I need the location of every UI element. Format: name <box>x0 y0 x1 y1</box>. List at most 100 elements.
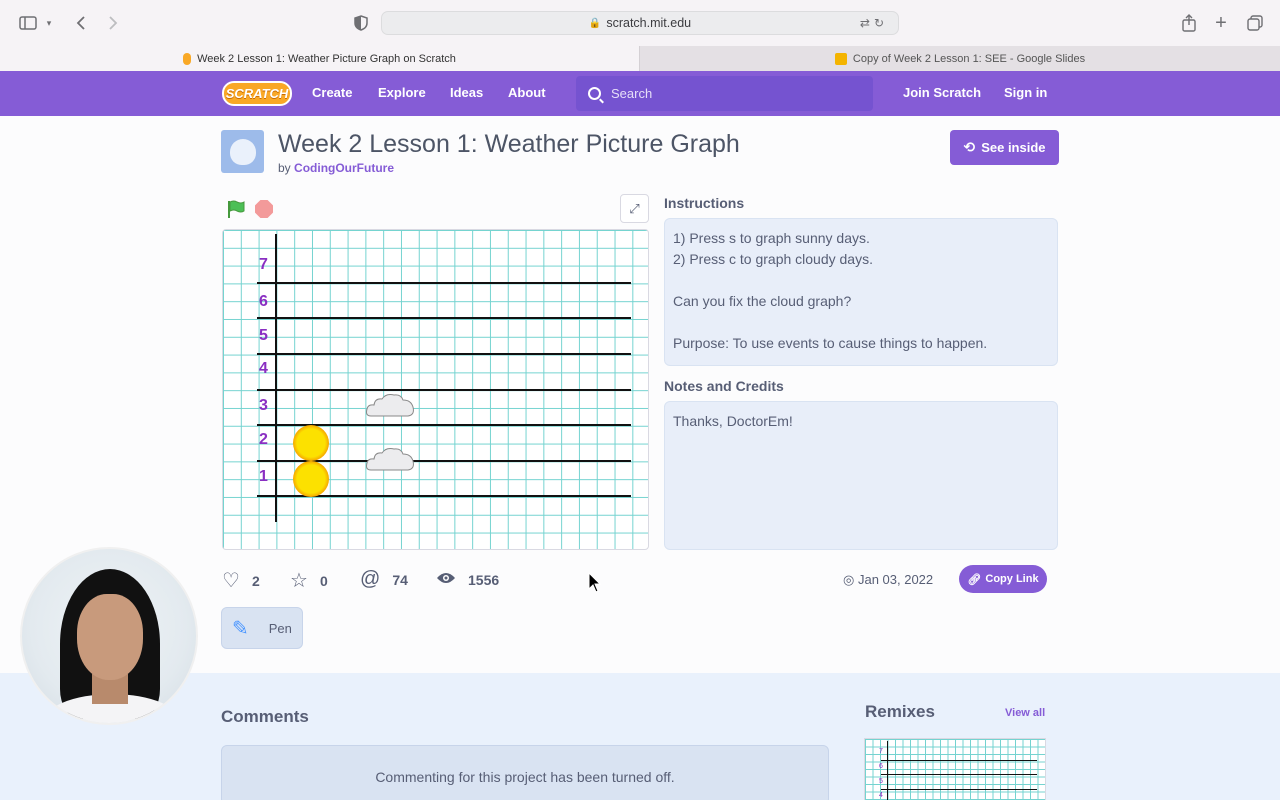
sun-icon <box>293 461 329 497</box>
remix-thumbnail[interactable]: 7 6 5 4 <box>864 738 1046 800</box>
instructions-heading: Instructions <box>664 195 745 211</box>
scratch-favicon-icon <box>183 52 192 65</box>
notes-heading: Notes and Credits <box>664 378 784 394</box>
notes-box: Thanks, DoctorEm! <box>664 401 1058 550</box>
link-icon: 🔗︎ <box>967 573 982 586</box>
privacy-shield-icon[interactable] <box>350 13 372 33</box>
nav-explore[interactable]: Explore <box>378 85 426 100</box>
view-all-link[interactable]: View all <box>1005 707 1045 719</box>
thumb-label: 6 <box>879 763 883 770</box>
tab-google-slides[interactable]: Copy of Week 2 Lesson 1: SEE - Google Sl… <box>639 46 1280 71</box>
notes-text: Thanks, DoctorEm! <box>673 413 793 429</box>
love-count: 2 <box>251 572 260 589</box>
remix-count: 74 <box>392 571 408 588</box>
instruction-line: 1) Press s to graph sunny days. <box>673 230 870 246</box>
remix-spiral-icon: @ <box>360 568 381 590</box>
shared-date-text: Jan 03, 2022 <box>857 572 934 587</box>
nav-create[interactable]: Create <box>312 85 352 100</box>
tab-label: Week 2 Lesson 1: Weather Picture Graph o… <box>197 52 456 65</box>
shared-date: ◎ Jan 03, 2022 <box>843 572 933 588</box>
y-label-5: 5 <box>259 327 268 344</box>
comments-heading: Comments <box>221 707 309 726</box>
y-label-4: 4 <box>259 360 268 377</box>
back-icon[interactable] <box>70 13 92 33</box>
tab-bar: Week 2 Lesson 1: Weather Picture Graph o… <box>0 46 1280 71</box>
graph-y-axis <box>275 234 277 522</box>
slides-favicon-icon <box>834 52 847 65</box>
sidebar-toggle-icon[interactable] <box>17 13 39 33</box>
copy-link-label: Copy Link <box>985 573 1039 585</box>
webcam-overlay <box>20 547 198 725</box>
sign-in-link[interactable]: Sign in <box>1004 85 1047 100</box>
eye-icon <box>436 568 456 591</box>
remixes-heading: Remixes <box>865 702 935 721</box>
instruction-line <box>673 312 1049 333</box>
graph-line <box>257 353 631 355</box>
y-label-3: 3 <box>259 397 268 414</box>
see-inside-button[interactable]: ⟲ See inside <box>950 130 1059 165</box>
share-icon[interactable] <box>1178 13 1200 33</box>
pen-extension-chip: ✎ Pen <box>221 607 303 649</box>
love-stat[interactable]: ♡ 2 <box>222 568 260 593</box>
graph-line <box>257 389 631 391</box>
webcam-face <box>77 594 143 680</box>
by-label: by <box>278 161 291 175</box>
search-input[interactable]: Search <box>576 76 873 111</box>
thumb-label: 5 <box>879 778 883 785</box>
search-icon <box>588 87 601 100</box>
y-label-7: 7 <box>259 256 268 273</box>
thumb-label: 4 <box>879 792 883 799</box>
thumb-line <box>881 760 1037 761</box>
author-avatar[interactable] <box>221 130 264 173</box>
scratch-logo[interactable]: SCRATCH <box>222 81 292 106</box>
y-label-1: 1 <box>259 468 268 485</box>
heart-icon: ♡ <box>222 570 240 592</box>
browser-chrome: ▾ 🔒 scratch.mit.edu ⇄↻ + Week 2 Lesson 1… <box>0 0 1280 71</box>
instruction-line: Purpose: To use events to cause things t… <box>673 335 988 351</box>
scratch-cat-icon <box>230 139 256 165</box>
stop-icon[interactable] <box>255 200 273 218</box>
browser-toolbar: ▾ 🔒 scratch.mit.edu ⇄↻ + <box>0 0 1280 46</box>
nav-about[interactable]: About <box>508 85 546 100</box>
address-bar[interactable]: 🔒 scratch.mit.edu ⇄↻ <box>381 11 899 35</box>
tab-overview-icon[interactable] <box>1244 13 1266 33</box>
view-count: 1556 <box>468 571 500 588</box>
project-byline: by CodingOurFuture <box>278 161 394 175</box>
pen-label: Pen <box>268 620 292 636</box>
y-label-6: 6 <box>259 293 268 310</box>
thumb-axis <box>887 741 888 800</box>
pen-icon: ✎ <box>232 617 249 640</box>
cloud-icon <box>366 448 414 471</box>
project-title: Week 2 Lesson 1: Weather Picture Graph <box>278 130 740 158</box>
remix-stat: @ 74 <box>360 568 408 591</box>
chevron-down-icon[interactable]: ▾ <box>42 13 56 33</box>
translate-reload-icons[interactable]: ⇄↻ <box>860 16 888 30</box>
forward-icon[interactable] <box>102 13 124 33</box>
thumb-label: 7 <box>879 748 883 755</box>
url-text: scratch.mit.edu <box>606 16 692 30</box>
tab-label: Copy of Week 2 Lesson 1: SEE - Google Sl… <box>852 52 1086 65</box>
green-flag-icon[interactable] <box>226 199 246 219</box>
y-label-2: 2 <box>259 431 268 448</box>
project-stage[interactable]: 7 6 5 4 3 2 1 <box>222 229 649 550</box>
remix-arrows-icon: ⟲ <box>963 139 976 155</box>
mouse-cursor-icon <box>588 572 602 593</box>
star-icon: ☆ <box>290 570 308 592</box>
fullscreen-icon[interactable]: ⤢ <box>620 194 649 223</box>
views-stat: 1556 <box>436 568 499 591</box>
author-link[interactable]: CodingOurFuture <box>294 161 394 175</box>
graph-line <box>257 282 631 284</box>
cloud-icon <box>366 394 414 417</box>
copy-link-button[interactable]: 🔗︎ Copy Link <box>959 565 1047 593</box>
instruction-line: 2) Press c to graph cloudy days. <box>673 251 873 267</box>
new-tab-icon[interactable]: + <box>1210 12 1232 34</box>
instructions-box: 1) Press s to graph sunny days. 2) Press… <box>664 218 1058 366</box>
scratch-navbar: SCRATCH Create Explore Ideas About Searc… <box>0 71 1280 116</box>
comments-disabled-text: Commenting for this project has been tur… <box>375 769 675 785</box>
nav-ideas[interactable]: Ideas <box>450 85 483 100</box>
favorite-stat[interactable]: ☆ 0 <box>290 568 328 593</box>
tab-scratch-project[interactable]: Week 2 Lesson 1: Weather Picture Graph o… <box>0 46 639 71</box>
sun-icon <box>293 425 329 461</box>
join-scratch-link[interactable]: Join Scratch <box>903 85 981 100</box>
thumb-line <box>881 789 1037 790</box>
